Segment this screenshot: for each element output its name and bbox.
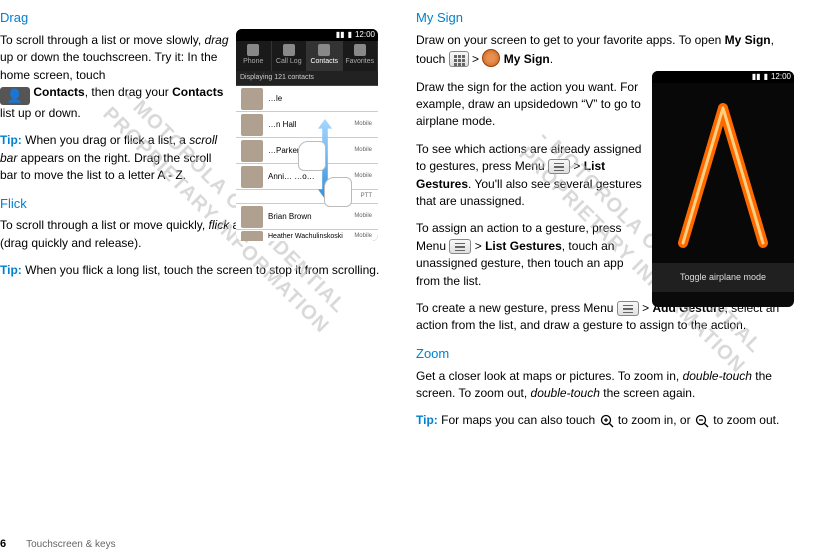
status-bar: ▮▮ ▮ 12:00 [236,29,378,41]
tab-phone[interactable]: Phone [236,41,272,71]
mysign-paragraph-4: To assign an action to a gesture, press … [416,220,646,290]
contact-row[interactable]: Brian BrownMobile [236,204,378,230]
tab-contacts[interactable]: Contacts [307,41,343,71]
phone-mysign-mock: ▮▮ ▮ 12:00 Toggle airplane mode [652,71,794,307]
displaying-count: Displaying 121 contacts [236,71,378,86]
signal-icon: ▮▮ [336,29,345,41]
status-bar: ▮▮ ▮ 12:00 [652,71,794,83]
drag-heading: Drag [0,9,380,28]
zoom-tip: Tip: For maps you can also touch to zoom… [416,412,796,430]
zoom-out-icon [694,414,710,430]
page-number: 6 [0,537,6,553]
mysign-icon [482,49,500,67]
launcher-icon [449,51,469,67]
phone-contacts-mock: ▮▮ ▮ 12:00 Phone Call Log Contacts Favor… [236,29,378,241]
contact-row[interactable]: …le [236,86,378,112]
zoom-heading: Zoom [416,345,796,364]
battery-icon: ▮ [764,71,768,83]
contact-row[interactable]: Heather WachulinskoskiMobile [236,230,378,241]
section-name: Touchscreen & keys [26,538,116,553]
zoom-in-icon [599,414,615,430]
right-column: - MOTOROLA CONFIDENTIAL PROPRIETARY INFO… [416,5,796,515]
contact-row[interactable]: PTT [236,190,378,204]
mysign-heading: My Sign [416,9,796,28]
menu-icon [449,239,471,254]
flick-tip: Tip: When you flick a long list, touch t… [0,262,380,279]
contact-row[interactable]: Anni… …o…Mobile [236,164,378,190]
signal-icon: ▮▮ [752,71,761,83]
gesture-draw-area[interactable] [652,83,794,263]
toggle-airplane-label: Toggle airplane mode [652,263,794,292]
contacts-icon: 👤 [0,87,30,105]
battery-icon: ▮ [348,29,352,41]
contacts-tabs: Phone Call Log Contacts Favorites [236,41,378,71]
tab-call-log[interactable]: Call Log [272,41,308,71]
zoom-paragraph-1: Get a closer look at maps or pictures. T… [416,368,796,403]
mysign-paragraph-3: To see which actions are already assigne… [416,141,646,211]
left-column: - MOTOROLA CONFIDENTIAL PROPRIETARY INFO… [0,5,380,515]
tab-favorites[interactable]: Favorites [343,41,379,71]
status-time: 12:00 [355,29,375,41]
menu-icon [617,301,639,316]
status-time: 12:00 [771,71,791,83]
page-footer: 6 Touchscreen & keys [0,537,116,553]
drag-tip: Tip: When you drag or flick a list, a sc… [0,132,230,184]
contact-row[interactable]: …ParkerMobile [236,138,378,164]
mysign-paragraph-1: Draw on your screen to get to your favor… [416,32,796,69]
mysign-paragraph-2: Draw the sign for the action you want. F… [416,79,646,131]
drag-paragraph-1: To scroll through a list or move slowly,… [0,32,230,123]
contact-row[interactable]: …n HallMobile [236,112,378,138]
menu-icon [548,159,570,174]
